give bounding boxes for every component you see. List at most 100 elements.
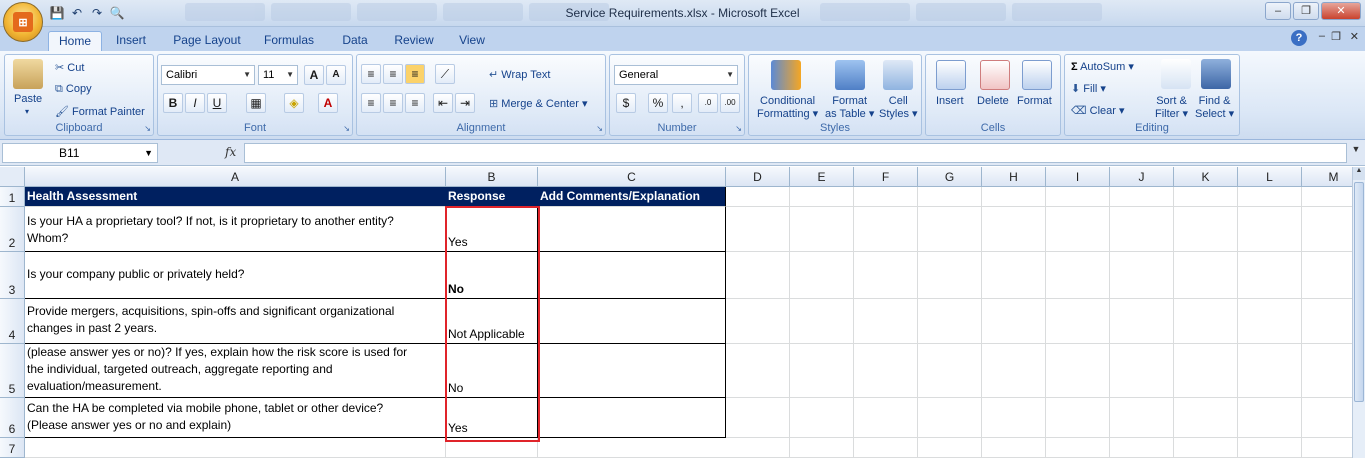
paste-dropdown-icon[interactable]: ▾ (25, 107, 29, 116)
align-middle-icon[interactable]: ≡ (383, 64, 403, 84)
decrease-decimal-icon[interactable]: .00 (720, 93, 740, 113)
comment-cell[interactable] (538, 344, 726, 398)
ribbon-restore-icon[interactable]: ❐ (1331, 30, 1341, 43)
tab-formulas[interactable]: Formulas (258, 31, 320, 51)
orientation-icon[interactable]: ⟋ (435, 64, 455, 84)
dialog-launcher-icon[interactable]: ↘ (596, 124, 603, 133)
align-center-icon[interactable]: ≡ (383, 93, 403, 113)
tab-data[interactable]: Data (334, 31, 376, 51)
delete-cells-icon[interactable] (980, 60, 1010, 90)
clear-button[interactable]: ⌫ Clear ▾ (1071, 104, 1125, 117)
format-as-table-icon[interactable] (835, 60, 865, 90)
align-right-icon[interactable]: ≡ (405, 93, 425, 113)
scissors-icon: ✂ (55, 62, 65, 74)
delete-cells-button[interactable]: Delete (977, 95, 1009, 107)
response-cell[interactable]: Yes (446, 398, 538, 438)
font-color-icon[interactable]: A (318, 93, 338, 113)
header-response[interactable]: Response (446, 187, 538, 207)
percent-icon[interactable]: % (648, 93, 668, 113)
decrease-indent-icon[interactable]: ⇤ (433, 93, 453, 113)
comma-icon[interactable]: , (672, 93, 692, 113)
autosum-button[interactable]: Σ AutoSum ▾ (1071, 60, 1134, 73)
cell-styles-button[interactable]: Cell Styles ▾ (879, 95, 918, 121)
question-cell[interactable]: (please answer yes or no)? If yes, expla… (25, 344, 446, 398)
wrap-text-button[interactable]: ↵ Wrap Text (489, 68, 550, 81)
question-cell[interactable]: Provide mergers, acquisitions, spin-offs… (25, 299, 446, 344)
comment-cell[interactable] (538, 207, 726, 252)
insert-cells-button[interactable]: Insert (936, 95, 964, 107)
worksheet-grid[interactable]: A B C D E F G H I J K L M 1 2 3 4 5 6 7 … (0, 167, 1352, 458)
merge-icon: ⊞ (489, 98, 499, 110)
vertical-scrollbar[interactable]: ▲ (1352, 167, 1365, 458)
scroll-up-icon[interactable]: ▲ (1353, 167, 1365, 180)
increase-indent-icon[interactable]: ⇥ (455, 93, 475, 113)
question-cell[interactable]: Is your company public or privately held… (25, 252, 446, 299)
cell-styles-icon[interactable] (883, 60, 913, 90)
question-cell[interactable]: Can the HA be completed via mobile phone… (25, 398, 446, 438)
conditional-formatting-icon[interactable] (771, 60, 801, 90)
minimize-button[interactable]: – (1265, 2, 1291, 20)
formula-input[interactable] (244, 143, 1347, 163)
dialog-launcher-icon[interactable]: ↘ (144, 124, 151, 133)
tab-insert[interactable]: Insert (108, 31, 154, 51)
align-top-icon[interactable]: ≡ (361, 64, 381, 84)
sort-label-2: Filter (1155, 108, 1180, 120)
conditional-formatting-button[interactable]: Conditional Formatting ▾ (757, 95, 818, 121)
fill-color-icon[interactable]: ◈ (284, 93, 304, 113)
dialog-launcher-icon[interactable]: ↘ (343, 124, 350, 133)
font-size-select[interactable]: 11 ▼ (258, 65, 298, 85)
font-name-select[interactable]: Calibri ▼ (161, 65, 255, 85)
header-comments[interactable]: Add Comments/Explanation (538, 187, 726, 207)
sort-filter-icon[interactable] (1161, 59, 1191, 89)
response-cell[interactable]: Not Applicable (446, 299, 538, 344)
comment-cell[interactable] (538, 398, 726, 438)
shrink-font-button[interactable]: A (326, 65, 346, 85)
sort-filter-button[interactable]: Sort & Filter ▾ (1155, 95, 1188, 121)
tab-home[interactable]: Home (48, 31, 102, 51)
ribbon-close-icon[interactable]: ✕ (1350, 30, 1359, 43)
format-cells-button[interactable]: Format (1017, 95, 1052, 107)
comment-cell[interactable] (538, 252, 726, 299)
restore-button[interactable]: ❐ (1293, 2, 1319, 20)
align-bottom-icon[interactable]: ≡ (405, 64, 425, 84)
paste-icon[interactable] (13, 59, 43, 89)
insert-cells-icon[interactable] (936, 60, 966, 90)
paste-button[interactable]: Paste (14, 93, 42, 105)
insert-function-icon[interactable]: fx (225, 145, 236, 159)
find-select-button[interactable]: Find & Select ▾ (1195, 95, 1234, 121)
ribbon-minimize-icon[interactable]: – (1319, 30, 1325, 42)
align-left-icon[interactable]: ≡ (361, 93, 381, 113)
response-cell[interactable]: No (446, 344, 538, 398)
format-painter-button[interactable]: 🖌 Format Painter (55, 105, 145, 118)
expand-formula-bar-icon[interactable]: ▼ (1349, 144, 1363, 162)
italic-button[interactable]: I (185, 93, 205, 113)
number-format-select[interactable]: General ▼ (614, 65, 738, 85)
borders-icon[interactable]: ▦ (246, 93, 266, 113)
tab-view[interactable]: View (452, 31, 492, 51)
currency-icon[interactable]: $ (616, 93, 636, 113)
scroll-thumb[interactable] (1354, 182, 1364, 402)
format-cells-icon[interactable] (1022, 60, 1052, 90)
fill-button[interactable]: ⬇ Fill ▾ (1071, 82, 1106, 95)
grow-font-button[interactable]: A (304, 65, 324, 85)
format-as-table-button[interactable]: Format as Table ▾ (825, 95, 874, 121)
comment-cell[interactable] (538, 299, 726, 344)
copy-button[interactable]: ⧉ Copy (55, 83, 92, 96)
help-icon[interactable]: ? (1291, 30, 1307, 46)
response-cell[interactable]: No (446, 252, 538, 299)
merge-center-button[interactable]: ⊞ Merge & Center ▾ (489, 97, 588, 110)
underline-button[interactable]: U (207, 93, 227, 113)
bold-button[interactable]: B (163, 93, 183, 113)
binoculars-icon[interactable] (1201, 59, 1231, 89)
tab-page-layout[interactable]: Page Layout (168, 31, 246, 51)
increase-decimal-icon[interactable]: .0 (698, 93, 718, 113)
response-cell[interactable]: Yes (446, 207, 538, 252)
cut-button[interactable]: ✂ Cut (55, 61, 84, 74)
office-button[interactable]: ⊞ (3, 2, 43, 42)
name-box[interactable]: B11 ▼ (2, 143, 158, 163)
header-health-assessment[interactable]: Health Assessment (25, 187, 446, 207)
dialog-launcher-icon[interactable]: ↘ (735, 124, 742, 133)
tab-review[interactable]: Review (388, 31, 440, 51)
question-cell[interactable]: Is your HA a proprietary tool? If not, i… (25, 207, 446, 252)
close-button[interactable]: ✕ (1321, 2, 1361, 20)
